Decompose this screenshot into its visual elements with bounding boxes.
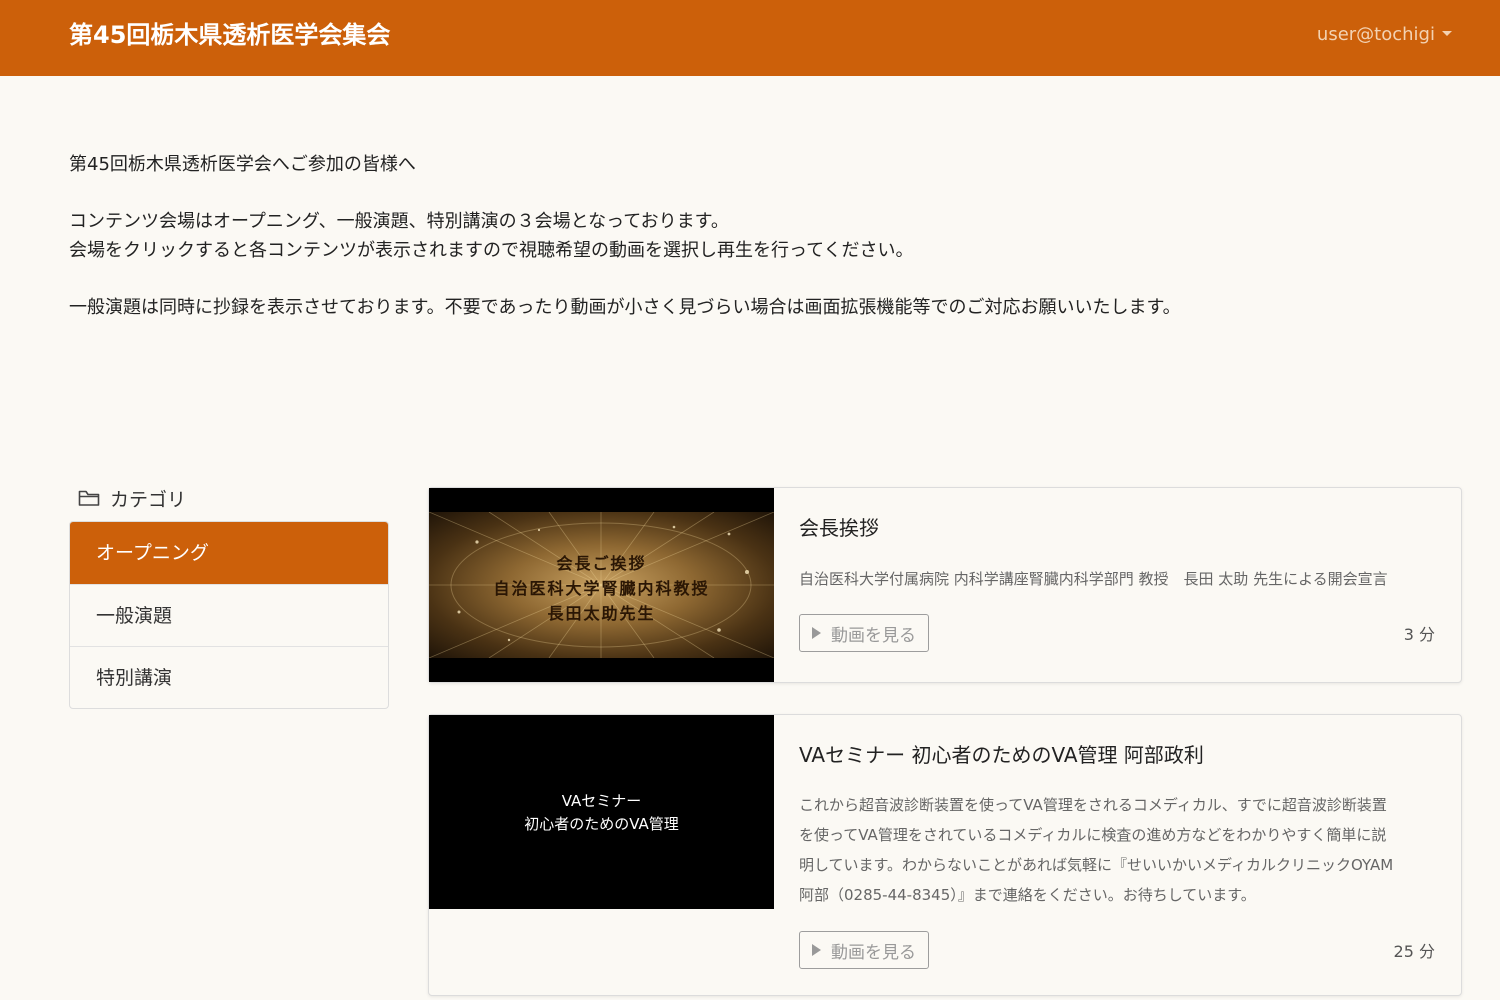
intro-instructions: 会場をクリックすると各コンテンツが表示されますので視聴希望の動画を選択し再生を行…	[69, 240, 914, 261]
video-thumbnail[interactable]: VAセミナー 初心者のためのVA管理	[429, 715, 774, 909]
thumbnail-caption: 会長ご挨拶 自治医科大学腎臓内科教授 長田太助先生	[429, 551, 774, 626]
video-thumbnail[interactable]: 会長ご挨拶 自治医科大学腎臓内科教授 長田太助先生	[429, 488, 774, 682]
intro-message: 第45回栃木県透析医学会へご参加の皆様へ コンテンツ会場はオープニング、一般演題…	[69, 150, 1449, 322]
thumbnail-line-2: 初心者のためのVA管理	[524, 815, 679, 833]
category-heading: カテゴリ	[78, 484, 186, 512]
user-menu-dropdown[interactable]: user@tochigi	[1317, 22, 1452, 48]
video-title: 会長挨拶	[799, 516, 879, 540]
watch-video-label: 動画を見る	[831, 942, 916, 963]
watch-video-label: 動画を見る	[831, 625, 916, 646]
video-description-line: これから超音波診断装置を使ってVA管理をされるコメディカル、すでに超音波診断装置	[799, 796, 1387, 814]
video-card-body: VAセミナー 初心者のためのVA管理 阿部政利 これから超音波診断装置を使ってV…	[799, 715, 1435, 910]
watch-video-button[interactable]: 動画を見る	[799, 931, 929, 969]
intro-abstract-note: 一般演題は同時に抄録を表示させております。不要であったり動画が小さく見づらい場合…	[69, 297, 1181, 318]
user-name[interactable]: user@tochigi	[1317, 22, 1435, 48]
thumbnail-line-3: 長田太助先生	[547, 604, 656, 623]
play-icon	[812, 627, 821, 639]
intro-greeting: 第45回栃木県透析医学会へご参加の皆様へ	[69, 154, 416, 175]
video-description-line: 明しています。わからないことがあれば気軽に『せいいかいメディカルクリニックOYA…	[799, 856, 1394, 874]
video-card-footer: 動画を見る 3 分	[799, 614, 1435, 652]
video-duration: 3 分	[1403, 625, 1435, 644]
intro-venues: コンテンツ会場はオープニング、一般演題、特別講演の３会場となっております。	[69, 211, 729, 232]
video-duration: 25 分	[1393, 942, 1435, 961]
play-icon	[812, 944, 821, 956]
category-item-opening[interactable]: オープニング	[70, 522, 388, 584]
watch-video-button[interactable]: 動画を見る	[799, 614, 929, 652]
caret-down-icon[interactable]	[1442, 30, 1452, 36]
video-card: VAセミナー 初心者のためのVA管理 VAセミナー 初心者のためのVA管理 阿部…	[428, 714, 1462, 996]
thumbnail-line-2: 自治医科大学腎臓内科教授	[493, 579, 710, 598]
video-title: VAセミナー 初心者のためのVA管理 阿部政利	[799, 743, 1204, 767]
category-item-general-presentations[interactable]: 一般演題	[70, 584, 388, 646]
category-list: オープニング 一般演題 特別講演	[69, 521, 389, 709]
thumbnail-line-1: VAセミナー	[561, 792, 642, 810]
category-heading-label: カテゴリ	[110, 488, 187, 511]
video-description-line: 阿部（0285-44-8345）』まで連絡をください。お待ちしています。	[799, 886, 1256, 904]
video-card-footer: 動画を見る 25 分	[799, 931, 1435, 969]
thumbnail-caption: VAセミナー 初心者のためのVA管理	[429, 790, 774, 836]
video-description-line: を使ってVA管理をされているコメディカルに検査の進め方などをわかりやすく簡単に説	[799, 826, 1387, 844]
site-title[interactable]: 第45回栃木県透析医学会集会	[69, 18, 390, 52]
video-card-body: 会長挨拶 自治医科大学付属病院 内科学講座腎臓内科学部門 教授 長田 太助 先生…	[799, 488, 1435, 594]
video-description: これから超音波診断装置を使ってVA管理をされるコメディカル、すでに超音波診断装置…	[799, 790, 1435, 910]
folder-icon	[78, 490, 100, 506]
category-item-special-lecture[interactable]: 特別講演	[70, 646, 388, 708]
video-card: 会長ご挨拶 自治医科大学腎臓内科教授 長田太助先生 会長挨拶 自治医科大学付属病…	[428, 487, 1462, 683]
top-navbar: 第45回栃木県透析医学会集会 user@tochigi	[0, 0, 1500, 76]
video-description: 自治医科大学付属病院 内科学講座腎臓内科学部門 教授 長田 太助 先生による開会…	[799, 570, 1388, 588]
thumbnail-line-1: 会長ご挨拶	[556, 554, 647, 573]
